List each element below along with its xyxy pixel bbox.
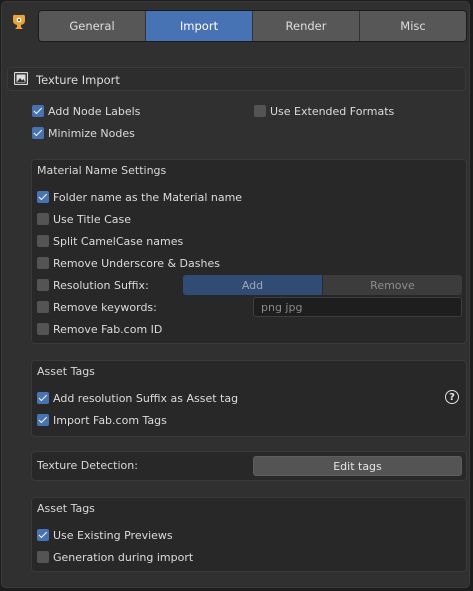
resolution-suffix-remove-option[interactable]: Remove — [322, 275, 462, 295]
minimize-nodes-checkbox[interactable] — [32, 127, 44, 139]
add-node-labels-checkbox[interactable] — [32, 105, 44, 117]
resolution-suffix-mode-toggle: Add Remove — [183, 275, 462, 295]
resolution-suffix-tag-label: Add resolution Suffix as Asset tag — [53, 391, 239, 405]
remove-fab-id-row[interactable]: Remove Fab.com ID — [37, 320, 162, 338]
remove-keywords-checkbox[interactable] — [37, 301, 49, 313]
minimize-nodes-row[interactable]: Minimize Nodes — [32, 124, 135, 142]
material-name-settings-title: Material Name Settings — [37, 164, 167, 177]
plugin-icon — [9, 12, 29, 32]
remove-keywords-label: Remove keywords: — [53, 300, 157, 314]
remove-underscore-row[interactable]: Remove Underscore & Dashes — [37, 254, 220, 272]
resolution-suffix-tag-checkbox[interactable] — [37, 392, 49, 404]
resolution-suffix-label: Resolution Suffix: — [53, 278, 149, 292]
section-title-texture-import: Texture Import — [36, 73, 120, 87]
remove-underscore-label: Remove Underscore & Dashes — [53, 256, 220, 270]
asset-tags-title: Asset Tags — [37, 365, 95, 378]
title-case-row[interactable]: Use Title Case — [37, 210, 131, 228]
remove-fab-id-checkbox[interactable] — [37, 323, 49, 335]
tab-render[interactable]: Render — [253, 11, 360, 41]
minimize-nodes-label: Minimize Nodes — [48, 126, 135, 140]
use-extended-formats-checkbox[interactable] — [254, 105, 266, 117]
resolution-suffix-row[interactable]: Resolution Suffix: — [37, 276, 149, 294]
image-icon — [13, 71, 29, 86]
title-case-label: Use Title Case — [53, 212, 132, 226]
add-node-labels-label: Add Node Labels — [48, 104, 141, 118]
import-fab-tags-checkbox[interactable] — [37, 414, 49, 426]
folder-name-checkbox[interactable] — [37, 191, 49, 203]
remove-keywords-row[interactable]: Remove keywords: — [37, 298, 157, 316]
add-node-labels-row[interactable]: Add Node Labels — [32, 102, 140, 120]
use-extended-formats-row[interactable]: Use Extended Formats — [254, 102, 394, 120]
title-case-checkbox[interactable] — [37, 213, 49, 225]
remove-underscore-checkbox[interactable] — [37, 257, 49, 269]
split-camelcase-label: Split CamelCase names — [53, 234, 184, 248]
split-camelcase-checkbox[interactable] — [37, 235, 49, 247]
remove-keywords-input[interactable]: png jpg — [253, 297, 462, 317]
use-existing-previews-checkbox[interactable] — [37, 529, 49, 541]
import-fab-tags-row[interactable]: Import Fab.com Tags — [37, 411, 167, 429]
resolution-suffix-tag-row[interactable]: Add resolution Suffix as Asset tag — [37, 389, 238, 407]
use-existing-previews-row[interactable]: Use Existing Previews — [37, 526, 173, 544]
edit-tags-button[interactable]: Edit tags — [253, 456, 462, 476]
resolution-suffix-add-option[interactable]: Add — [183, 275, 322, 295]
tab-misc[interactable]: Misc — [360, 11, 466, 41]
asset-tags-previews-title: Asset Tags — [37, 502, 95, 515]
texture-detection-label: Texture Detection: — [37, 459, 138, 472]
use-extended-formats-label: Use Extended Formats — [270, 104, 395, 118]
folder-name-label: Folder name as the Material name — [53, 190, 243, 204]
generation-during-import-checkbox[interactable] — [37, 551, 49, 563]
question-circle-icon[interactable]: ? — [445, 390, 459, 404]
import-fab-tags-label: Import Fab.com Tags — [53, 413, 167, 427]
generation-during-import-label: Generation during import — [53, 550, 194, 564]
tab-general[interactable]: General — [39, 11, 146, 41]
split-camelcase-row[interactable]: Split CamelCase names — [37, 232, 183, 250]
remove-fab-id-label: Remove Fab.com ID — [53, 322, 163, 336]
use-existing-previews-label: Use Existing Previews — [53, 528, 173, 542]
resolution-suffix-checkbox[interactable] — [37, 279, 49, 291]
tab-import[interactable]: Import — [146, 11, 253, 41]
generation-during-import-row[interactable]: Generation during import — [37, 548, 193, 566]
folder-name-row[interactable]: Folder name as the Material name — [37, 188, 242, 206]
preferences-tab-bar: General Import Render Misc — [38, 10, 467, 42]
